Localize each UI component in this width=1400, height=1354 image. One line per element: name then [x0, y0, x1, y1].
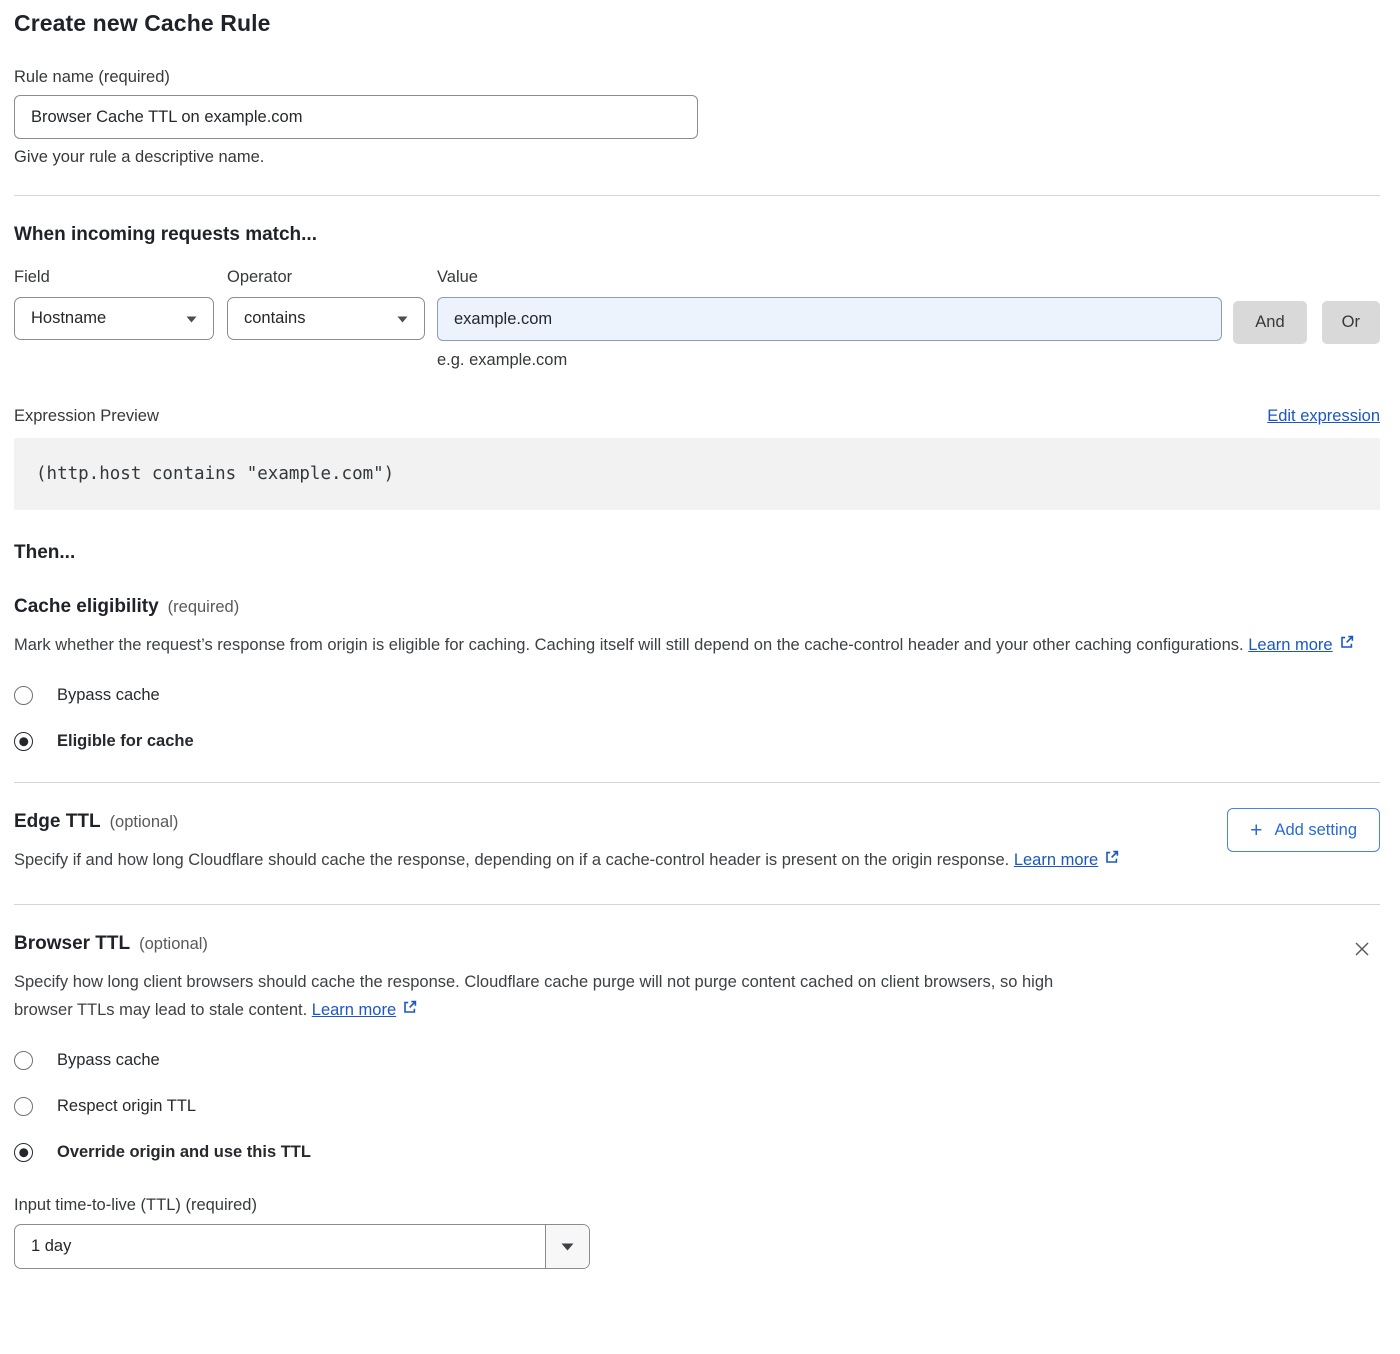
create-cache-rule-form: Create new Cache Rule Rule name (require… — [0, 0, 1400, 1269]
close-browser-ttl-button[interactable] — [1350, 937, 1374, 964]
browser-ttl-learn-more-link[interactable]: Learn more — [312, 996, 396, 1024]
ttl-select-value: 1 day — [15, 1225, 545, 1268]
ttl-input-label: Input time-to-live (TTL) (required) — [14, 1196, 1380, 1215]
ttl-select[interactable]: 1 day — [14, 1224, 590, 1269]
edge-ttl-title: Edge TTL — [14, 811, 101, 833]
cache-eligibility-section: Cache eligibility (required) Mark whethe… — [14, 596, 1380, 751]
cache-eligibility-title: Cache eligibility — [14, 596, 159, 618]
section-divider — [14, 195, 1380, 196]
cache-eligibility-description: Mark whether the request’s response from… — [14, 636, 1244, 654]
edge-ttl-learn-more-link[interactable]: Learn more — [1014, 846, 1098, 874]
cache-eligibility-learn-more-link[interactable]: Learn more — [1248, 631, 1332, 659]
radio-eligible-for-cache[interactable]: Eligible for cache — [14, 732, 1380, 751]
external-link-icon — [402, 996, 418, 1024]
match-heading: When incoming requests match... — [14, 224, 1380, 246]
section-divider — [14, 904, 1380, 905]
browser-ttl-qualifier: (optional) — [139, 935, 208, 954]
browser-ttl-description: Specify how long client browsers should … — [14, 973, 1053, 1019]
radio-icon — [14, 686, 33, 705]
field-label: Field — [14, 268, 214, 287]
then-heading: Then... — [14, 542, 1380, 564]
operator-select[interactable]: contains — [227, 297, 425, 340]
section-divider — [14, 782, 1380, 783]
external-link-icon — [1339, 631, 1355, 659]
add-setting-button[interactable]: + Add setting — [1227, 808, 1380, 852]
operator-select-value: contains — [244, 309, 305, 328]
expression-code-block: (http.host contains "example.com") — [14, 438, 1380, 510]
edit-expression-link[interactable]: Edit expression — [1267, 407, 1380, 426]
value-input[interactable] — [437, 297, 1222, 341]
external-link-icon — [1104, 846, 1120, 874]
or-button[interactable]: Or — [1322, 301, 1380, 344]
chevron-down-icon — [186, 309, 197, 328]
and-button[interactable]: And — [1233, 301, 1306, 344]
radio-selected-icon — [14, 732, 33, 751]
chevron-down-icon — [397, 309, 408, 328]
browser-ttl-section: Browser TTL (optional) Specify how long … — [14, 933, 1380, 1269]
plus-icon: + — [1250, 820, 1262, 841]
cache-eligibility-qualifier: (required) — [168, 598, 240, 617]
rule-name-help: Give your rule a descriptive name. — [14, 148, 1380, 167]
radio-override-origin-ttl[interactable]: Override origin and use this TTL — [14, 1143, 1380, 1162]
value-label: Value — [437, 268, 1222, 287]
field-select-value: Hostname — [31, 309, 106, 328]
radio-icon — [14, 1097, 33, 1116]
rule-name-label: Rule name (required) — [14, 68, 1380, 87]
radio-respect-origin-ttl[interactable]: Respect origin TTL — [14, 1097, 1380, 1116]
rule-name-input[interactable] — [14, 95, 698, 139]
browser-ttl-title: Browser TTL — [14, 933, 130, 955]
radio-bypass-cache[interactable]: Bypass cache — [14, 686, 1380, 705]
chevron-down-icon — [545, 1225, 589, 1268]
edge-ttl-description: Specify if and how long Cloudflare shoul… — [14, 851, 1009, 869]
value-help: e.g. example.com — [437, 351, 1222, 370]
radio-icon — [14, 1051, 33, 1070]
page-title: Create new Cache Rule — [14, 10, 1380, 37]
expression-code: (http.host contains "example.com") — [36, 464, 394, 484]
edge-ttl-section: Edge TTL (optional) Specify if and how l… — [14, 811, 1380, 874]
edge-ttl-qualifier: (optional) — [110, 813, 179, 832]
expression-preview-label: Expression Preview — [14, 407, 159, 426]
match-builder-row: Field Hostname Operator contains Value e… — [14, 268, 1380, 370]
field-select[interactable]: Hostname — [14, 297, 214, 340]
operator-label: Operator — [227, 268, 425, 287]
radio-browser-bypass-cache[interactable]: Bypass cache — [14, 1051, 1380, 1070]
close-icon — [1352, 947, 1372, 962]
radio-selected-icon — [14, 1143, 33, 1162]
